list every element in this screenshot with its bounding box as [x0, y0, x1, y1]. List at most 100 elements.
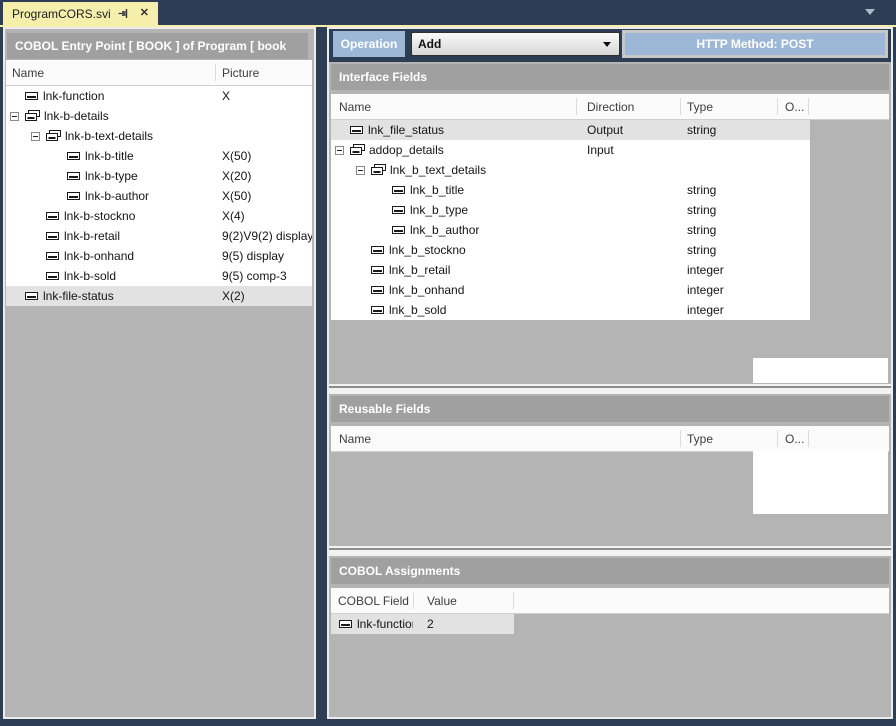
interface-field-row-name-cell: lnk_b_author	[331, 220, 576, 240]
expander-slot	[10, 112, 25, 121]
cobol-tree-row[interactable]: lnk-b-authorX(50)	[6, 186, 312, 206]
cobol-tree-row[interactable]: lnk-b-titleX(50)	[6, 146, 312, 166]
group-icon	[371, 164, 386, 176]
column-divider[interactable]	[413, 592, 414, 609]
column-divider[interactable]	[513, 592, 514, 609]
interface-field-row[interactable]: lnk_b_stocknostring	[331, 240, 810, 260]
collapse-minus-icon[interactable]	[356, 166, 365, 175]
cobol-tree-row[interactable]: lnk-b-retail9(2)V9(2) display	[6, 226, 312, 246]
interface-field-row-type-cell: integer	[680, 300, 777, 320]
cobol-tree-row-name-cell: lnk-b-sold	[6, 266, 215, 286]
cobol-tree-row[interactable]: lnk-b-onhand9(5) display	[6, 246, 312, 266]
cobol-tree-row-name-cell: lnk-b-author	[6, 186, 215, 206]
interface-field-row-label: lnk_b_title	[410, 180, 464, 200]
application-window: { "colors": { "window_chrome": "#2d3d53"…	[0, 0, 896, 726]
column-header-occurs[interactable]: O...	[785, 94, 804, 120]
reusable-table-header: Name Type O...	[331, 426, 889, 452]
interface-table-header: Name Direction Type O...	[331, 94, 889, 120]
assignments-table-header: COBOL Field Value	[331, 588, 889, 614]
field-icon	[371, 285, 385, 295]
cobol-tree-row-label: lnk-b-stockno	[64, 206, 135, 226]
field-icon	[371, 305, 385, 315]
column-header-name[interactable]: Name	[12, 60, 44, 86]
operation-label: Operation	[333, 31, 405, 57]
cobol-tree-row[interactable]: lnk-b-text-details	[6, 126, 312, 146]
collapse-minus-icon[interactable]	[31, 132, 40, 141]
column-divider[interactable]	[680, 430, 681, 447]
interface-field-row-occurs-cell	[777, 180, 808, 200]
close-icon[interactable]: ✕	[140, 8, 149, 19]
column-divider[interactable]	[215, 64, 216, 81]
column-header-type[interactable]: Type	[687, 94, 713, 120]
cobol-tree-row-name-cell: lnk-file-status	[6, 286, 215, 306]
left-panel-title: COBOL Entry Point [ BOOK ] of Program [ …	[7, 33, 308, 59]
cobol-tree-row-picture-cell	[215, 106, 312, 126]
interface-field-row[interactable]: lnk_b_authorstring	[331, 220, 810, 240]
document-tab[interactable]: ProgramCORS.svi ✕	[3, 2, 158, 25]
column-divider[interactable]	[777, 98, 778, 115]
interface-field-row[interactable]: lnk_b_text_details	[331, 160, 810, 180]
cobol-tree-row[interactable]: lnk-functionX	[6, 86, 312, 106]
assignment-field-cell: lnk-function	[331, 614, 413, 634]
column-header-picture[interactable]: Picture	[222, 60, 259, 86]
interface-field-row-direction-cell	[576, 240, 680, 260]
interface-field-row[interactable]: lnk_b_titlestring	[331, 180, 810, 200]
cobol-tree-row-label: lnk-b-onhand	[64, 246, 134, 266]
interface-field-row-occurs-cell	[777, 260, 808, 280]
interface-field-row-direction-cell	[576, 200, 680, 220]
cobol-tree-row-label: lnk-b-text-details	[65, 126, 153, 146]
interface-field-row-type-cell: integer	[680, 260, 777, 280]
cobol-tree-row-picture-cell	[215, 126, 312, 146]
column-divider[interactable]	[808, 98, 809, 115]
interface-field-row-name-cell: lnk_b_retail	[331, 260, 576, 280]
assignment-row[interactable]: lnk-function2	[331, 614, 889, 634]
interface-field-row[interactable]: lnk_b_retail integer	[331, 260, 810, 280]
interface-field-row-label: lnk_b_stockno	[389, 240, 466, 260]
interface-field-row[interactable]: addop_detailsInput	[331, 140, 810, 160]
cobol-tree-row[interactable]: lnk-b-stocknoX(4)	[6, 206, 312, 226]
section-splitter[interactable]	[329, 546, 891, 556]
cobol-tree-row[interactable]: lnk-b-sold9(5) comp-3	[6, 266, 312, 286]
column-header-occurs[interactable]: O...	[785, 426, 804, 452]
interface-field-row[interactable]: lnk_b_type string	[331, 200, 810, 220]
interface-field-row-direction-cell: Output	[576, 120, 680, 140]
field-icon	[392, 225, 406, 235]
cobol-tree-row-label: lnk-file-status	[43, 286, 114, 306]
cobol-tree-row-picture-cell: X	[215, 86, 312, 106]
operation-select[interactable]: Add	[411, 32, 620, 56]
interface-field-row[interactable]: lnk_b_onhandinteger	[331, 280, 810, 300]
cobol-tree-row-picture-cell: X(20)	[215, 166, 312, 186]
interface-field-row-name-cell: addop_details	[331, 140, 576, 160]
pin-icon[interactable]	[118, 8, 129, 19]
column-divider[interactable]	[777, 430, 778, 447]
cobol-tree-row[interactable]: lnk-file-statusX(2)	[6, 286, 312, 306]
open-files-chevron-down-icon[interactable]	[865, 9, 875, 15]
interface-field-row[interactable]: lnk_file_statusOutputstring	[331, 120, 810, 140]
column-header-cobol-field[interactable]: COBOL Field	[338, 588, 409, 614]
cobol-tree-row-name-cell: lnk-b-title	[6, 146, 215, 166]
section-splitter[interactable]	[329, 384, 891, 394]
column-divider[interactable]	[576, 98, 577, 115]
cobol-tree-row[interactable]: lnk-b-type X(20)	[6, 166, 312, 186]
column-divider[interactable]	[680, 98, 681, 115]
interface-field-row[interactable]: lnk_b_soldinteger	[331, 300, 810, 320]
collapse-minus-icon[interactable]	[335, 146, 344, 155]
column-header-value[interactable]: Value	[427, 588, 457, 614]
interface-field-row-occurs-cell	[777, 240, 808, 260]
collapse-minus-icon[interactable]	[10, 112, 19, 121]
assignment-value-cell[interactable]: 2	[413, 614, 513, 634]
cobol-tree-row[interactable]: lnk-b-details	[6, 106, 312, 126]
interface-field-row-name-cell: lnk_b_type	[331, 200, 576, 220]
interface-field-row-name-cell: lnk_b_text_details	[331, 160, 576, 180]
cobol-tree-row-label: lnk-b-type	[85, 166, 138, 186]
cobol-tree-row-label: lnk-b-sold	[64, 266, 116, 286]
column-header-name[interactable]: Name	[339, 94, 371, 120]
interface-field-row-type-cell: string	[680, 120, 777, 140]
column-header-direction[interactable]: Direction	[587, 94, 634, 120]
service-interface-panel: Operation Add HTTP Method: POST Interfac…	[327, 27, 893, 719]
column-header-name[interactable]: Name	[339, 426, 371, 452]
column-header-type[interactable]: Type	[687, 426, 713, 452]
column-divider[interactable]	[808, 430, 809, 447]
cobol-assignments-title: COBOL Assignments	[331, 558, 889, 584]
interface-field-row-type-cell: string	[680, 200, 777, 220]
